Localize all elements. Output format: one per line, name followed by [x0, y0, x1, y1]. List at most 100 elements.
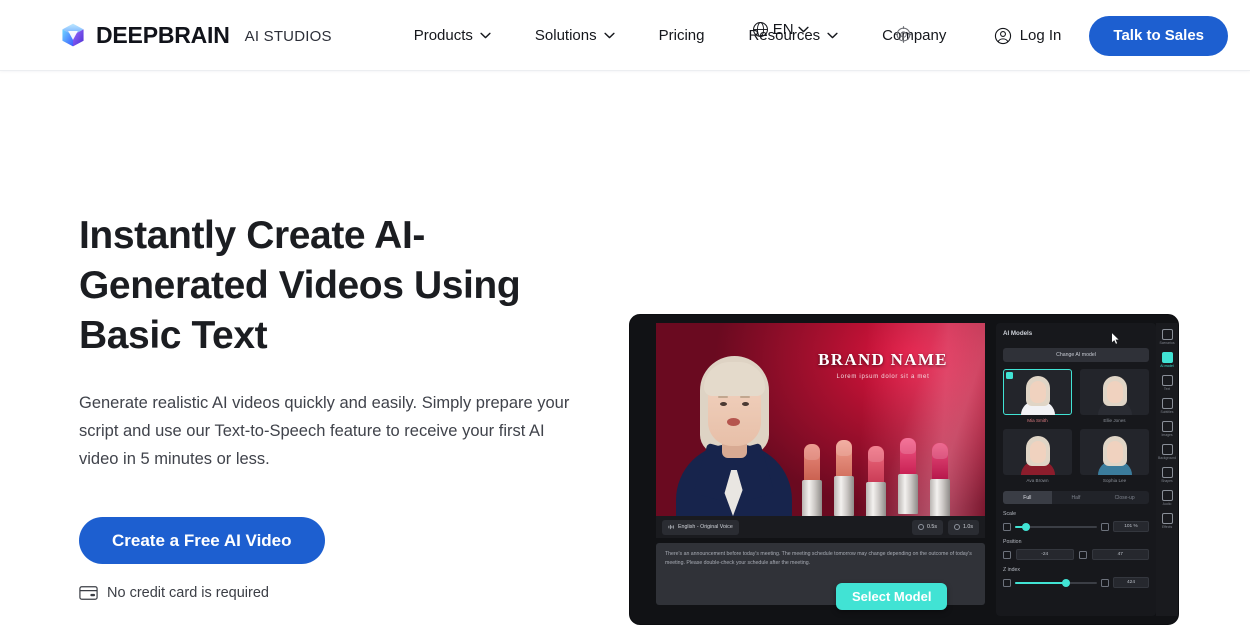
segment-full[interactable]: Full	[1003, 491, 1052, 504]
rail-label: Audio	[1162, 502, 1172, 506]
cube-logo-icon	[62, 23, 84, 47]
rail-label: Background	[1157, 456, 1177, 460]
ai-model-name: Ellie Jones	[1103, 418, 1126, 423]
brand-subtitle: AI STUDIOS	[244, 27, 332, 45]
page-title: Instantly Create AI-Generated Videos Usi…	[79, 214, 521, 357]
main-navigation: Products Solutions Pricing Resources Com…	[392, 15, 969, 55]
zindex-slider[interactable]	[1015, 578, 1097, 587]
site-header: DEEPBRAIN AI STUDIOS Products Solutions …	[0, 0, 1250, 71]
nav-item-company[interactable]: Company	[860, 15, 968, 55]
ai-model-card[interactable]: Mia Smith	[1003, 369, 1072, 423]
y-axis-icon	[1078, 550, 1087, 559]
create-free-ai-video-button[interactable]: Create a Free AI Video	[79, 517, 325, 564]
reset-icon[interactable]	[1101, 578, 1109, 587]
nav-label: Solutions	[534, 26, 597, 44]
subtitle-icon	[1161, 398, 1173, 409]
chevron-down-icon	[797, 26, 809, 33]
hero-subtitle: Generate realistic AI videos quickly and…	[79, 394, 570, 468]
ai-model-card[interactable]: Sophia Lee	[1080, 429, 1149, 483]
background-icon	[1161, 444, 1173, 455]
scale-value[interactable]: 101 %	[1113, 521, 1149, 532]
zindex-value[interactable]: 424	[1113, 577, 1149, 588]
mockup-pointer-icon	[1111, 332, 1120, 345]
nav-item-products[interactable]: Products	[392, 15, 513, 55]
scenario-icon	[1161, 329, 1173, 340]
nav-label: Products	[413, 26, 473, 44]
rail-label: Images	[1161, 433, 1173, 437]
shapes-icon	[1161, 467, 1173, 478]
no-credit-card-label: No credit card is required	[107, 585, 269, 601]
rail-label: AI model	[1160, 364, 1174, 368]
segment-closeup[interactable]: Close-up	[1100, 491, 1149, 504]
chevron-down-icon	[827, 32, 838, 38]
rail-label: Effects	[1161, 525, 1173, 529]
select-model-button[interactable]: Select Model	[836, 583, 948, 610]
script-text: There's an announcement before today's m…	[665, 551, 972, 566]
image-icon	[1161, 421, 1173, 432]
editor-tool-rail: Scenarios AI model Text Subtitles Images	[1156, 323, 1178, 616]
ai-presenter-avatar	[670, 330, 798, 516]
ai-model-name: Sophia Lee	[1102, 478, 1127, 483]
rail-label: Text	[1163, 387, 1171, 391]
sound-wave-icon	[668, 524, 674, 530]
change-ai-model-button[interactable]: Change AI model	[1003, 348, 1149, 362]
layer-icon[interactable]	[1003, 578, 1011, 587]
segment-half[interactable]: Half	[1052, 491, 1101, 504]
reset-icon[interactable]	[1101, 522, 1109, 531]
rail-item-scenarios[interactable]: Scenarios	[1157, 327, 1177, 347]
ai-model-grid: Mia Smith Ellie Jones Ava Brown Sophia L…	[1003, 369, 1149, 483]
lock-ratio-icon[interactable]	[1003, 522, 1011, 531]
rail-item-images[interactable]: Images	[1157, 419, 1177, 439]
chevron-down-icon	[480, 32, 491, 38]
canvas-toolbar: English - Original Voice 0.5s 1.0s	[656, 516, 985, 538]
credit-card-icon	[79, 586, 98, 600]
ai-model-card[interactable]: Ava Brown	[1003, 429, 1072, 483]
product-mockup: BRAND NAME Lorem ipsum dolor sit a met E…	[629, 314, 1179, 625]
talk-to-sales-button[interactable]: Talk to Sales	[1089, 15, 1228, 56]
rail-item-effects[interactable]: Effects	[1157, 511, 1177, 531]
nav-item-solutions[interactable]: Solutions	[513, 15, 637, 55]
ai-model-card[interactable]: Ellie Jones	[1080, 369, 1149, 423]
timing-chip-label: 0.5s	[926, 524, 937, 530]
panel-title: AI Models	[1003, 330, 1033, 337]
rail-item-background[interactable]: Background	[1157, 442, 1177, 462]
ai-model-name: Mia Smith	[1027, 418, 1048, 423]
clock-icon	[917, 524, 924, 530]
position-control-row: -24 47	[1003, 549, 1149, 560]
rail-item-shapes[interactable]: Shapes	[1157, 465, 1177, 485]
scale-label: Scale	[1003, 511, 1016, 517]
nav-label: Company	[882, 26, 947, 44]
rail-item-subtitles[interactable]: Subtitles	[1157, 396, 1177, 416]
editor-stage-column: BRAND NAME Lorem ipsum dolor sit a met E…	[656, 323, 985, 616]
rail-label: Shapes	[1161, 479, 1173, 483]
hero-copy-block: Instantly Create AI-Generated Videos Usi…	[79, 211, 599, 601]
language-switcher[interactable]: EN	[752, 21, 809, 38]
effects-icon	[1161, 513, 1173, 524]
position-x-value[interactable]: -24	[1016, 549, 1074, 560]
rail-item-audio[interactable]: Audio	[1157, 488, 1177, 508]
lipstick-product-group	[796, 427, 981, 516]
login-button[interactable]: Log In	[980, 27, 1076, 45]
rail-item-text[interactable]: Text	[1157, 373, 1177, 393]
ai-models-panel: AI Models Change AI model Mia Smith Elli…	[996, 323, 1156, 616]
rail-item-ai-model[interactable]: AI model	[1157, 350, 1177, 370]
header-right-group: EN Log In Talk to Sales	[752, 0, 1228, 71]
no-credit-card-note: No credit card is required	[79, 585, 599, 601]
timing-chip-start[interactable]: 0.5s	[911, 519, 943, 535]
globe-icon	[752, 21, 768, 38]
text-icon	[1161, 375, 1173, 386]
timing-chip-end[interactable]: 1.0s	[947, 519, 979, 535]
avatar-icon	[1161, 352, 1173, 363]
brand-logo-link[interactable]: DEEPBRAIN AI STUDIOS	[60, 22, 332, 48]
login-label: Log In	[1019, 27, 1062, 44]
nav-item-pricing[interactable]: Pricing	[637, 15, 727, 55]
scale-control-row: 101 %	[1003, 521, 1149, 532]
video-preview-canvas[interactable]: BRAND NAME Lorem ipsum dolor sit a met	[656, 323, 985, 516]
scale-slider[interactable]	[1015, 522, 1097, 531]
audio-icon	[1161, 490, 1173, 501]
rail-label: Scenarios	[1159, 341, 1175, 345]
chevron-down-icon	[603, 32, 615, 38]
rail-label: Subtitles	[1160, 410, 1174, 414]
voice-language-selector[interactable]: English - Original Voice	[662, 519, 739, 535]
position-y-value[interactable]: 47	[1091, 549, 1149, 560]
